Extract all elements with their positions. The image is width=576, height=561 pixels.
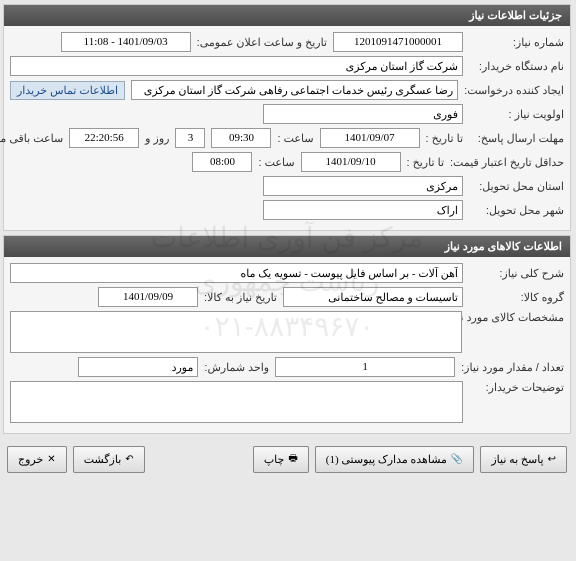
unit-field[interactable]: [79, 357, 199, 377]
buyer-label: نام دستگاه خریدار:: [470, 60, 565, 73]
qty-label: تعداد / مقدار مورد نیاز:: [462, 361, 565, 374]
notes-label: توضیحات خریدار:: [470, 381, 565, 394]
announce-label: تاریخ و ساعت اعلان عمومی:: [198, 36, 328, 49]
notes-field[interactable]: [11, 381, 464, 423]
need-number-field[interactable]: [334, 32, 464, 52]
group-label: گروه کالا:: [470, 291, 565, 304]
city-field[interactable]: [264, 200, 464, 220]
contact-buyer-link[interactable]: اطلاعات تماس خریدار: [11, 81, 126, 100]
attachment-icon: 📎: [452, 454, 464, 465]
exit-icon: ✕: [48, 454, 56, 465]
exit-button[interactable]: ✕ خروج: [8, 446, 68, 473]
qty-field[interactable]: [276, 357, 456, 377]
buyer-field[interactable]: [11, 56, 464, 76]
desc-field[interactable]: [11, 263, 464, 283]
deadline-label: مهلت ارسال پاسخ:: [470, 132, 565, 145]
panel-header-goods: اطلاعات کالاهای مورد نیاز: [5, 236, 571, 257]
spec-field[interactable]: [11, 311, 463, 353]
panel-header-details: جزئیات اطلاعات نیاز: [5, 5, 571, 26]
validity-label: حداقل تاریخ اعتبار قیمت:: [451, 156, 565, 169]
spec-label: مشخصات کالای مورد نیاز:: [469, 311, 565, 324]
desc-label: شرح کلی نیاز:: [470, 267, 565, 280]
until-label-1: تا تاریخ :: [427, 132, 464, 145]
time-label-2: ساعت :: [259, 156, 295, 169]
requester-label: ایجاد کننده درخواست:: [465, 84, 565, 97]
attachments-label: مشاهده مدارک پیوستی (1): [327, 453, 448, 466]
announce-field[interactable]: [62, 32, 192, 52]
unit-label: واحد شمارش:: [205, 361, 270, 374]
priority-label: اولویت نیاز :: [470, 108, 565, 121]
print-icon: 🖶: [289, 451, 298, 468]
city-label: شهر محل تحویل:: [470, 204, 565, 217]
validity-time-field[interactable]: [193, 152, 253, 172]
reply-icon: ↩: [549, 454, 557, 465]
need-date-label: تاریخ نیاز به کالا:: [205, 291, 278, 304]
days-field[interactable]: [176, 128, 206, 148]
back-icon: ↶: [126, 454, 134, 465]
remaining-time-field: [70, 128, 140, 148]
deadline-time-field[interactable]: [212, 128, 272, 148]
province-field[interactable]: [264, 176, 464, 196]
days-label: روز و: [146, 132, 170, 145]
until-label-2: تا تاریخ :: [408, 156, 445, 169]
priority-field[interactable]: [264, 104, 464, 124]
province-label: استان محل تحویل:: [470, 180, 565, 193]
deadline-date-field[interactable]: [321, 128, 421, 148]
group-field[interactable]: [284, 287, 464, 307]
back-button[interactable]: ↶ بازگشت: [74, 446, 146, 473]
print-label: چاپ: [265, 453, 286, 466]
back-label: بازگشت: [85, 453, 123, 466]
respond-label: پاسخ به نیاز: [492, 453, 544, 466]
need-number-label: شماره نیاز:: [470, 36, 565, 49]
exit-label: خروج: [19, 453, 44, 466]
time-label-1: ساعت :: [278, 132, 314, 145]
print-button[interactable]: 🖶 چاپ: [254, 446, 310, 473]
need-date-field[interactable]: [99, 287, 199, 307]
respond-button[interactable]: ↩ پاسخ به نیاز: [481, 446, 568, 473]
attachments-button[interactable]: 📎 مشاهده مدارک پیوستی (1): [316, 446, 476, 473]
requester-field[interactable]: [132, 80, 459, 100]
remain-label: ساعت باقی مانده: [0, 132, 64, 145]
validity-date-field[interactable]: [302, 152, 402, 172]
